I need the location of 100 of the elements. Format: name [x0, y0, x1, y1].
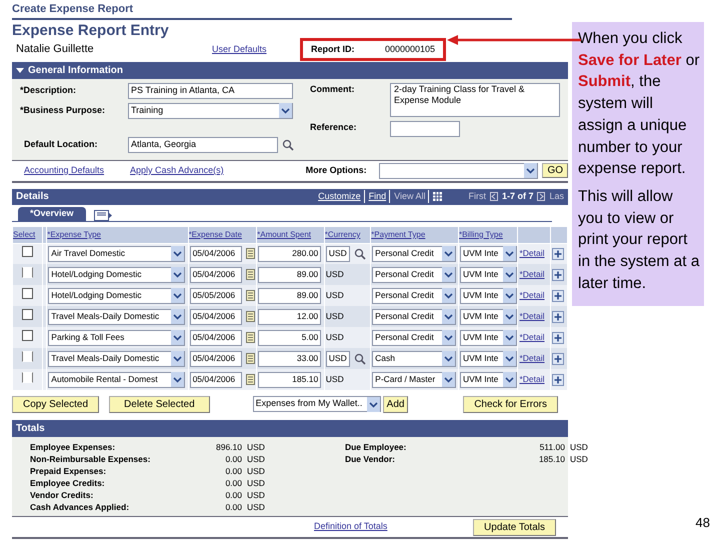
checkbox[interactable] — [22, 246, 33, 258]
payment-type-dropdown[interactable]: Personal Credit — [372, 246, 456, 262]
date-field[interactable]: 05/04/2006 — [190, 330, 242, 346]
copy-selected-button[interactable]: Copy Selected — [12, 396, 100, 412]
calendar-icon[interactable] — [246, 248, 255, 260]
add-row-icon[interactable] — [552, 248, 564, 260]
user-defaults-link[interactable]: User Defaults — [212, 42, 300, 56]
first-label: First — [468, 190, 486, 203]
add-row-icon[interactable] — [552, 332, 564, 344]
currency-text: USD — [326, 374, 344, 384]
slide-number: 48 — [694, 514, 711, 532]
breadcrumb-title: Create Expense Report — [12, 0, 512, 20]
collapse-triangle-icon[interactable] — [16, 66, 24, 74]
amount-field[interactable]: 12.00 — [258, 308, 322, 324]
search-icon[interactable] — [354, 248, 366, 260]
tab[interactable]: *Overview — [18, 207, 86, 220]
field-label: *Business Purpose: — [20, 104, 106, 117]
total-label: Non-Reimbursable Expenses: — [30, 453, 152, 465]
definition-link[interactable]: Definition of Totals — [314, 520, 388, 534]
payment-type-dropdown[interactable]: Personal Credit — [372, 308, 456, 324]
more-options-dropdown[interactable] — [379, 162, 538, 178]
show-all-columns-icon[interactable] — [94, 210, 112, 220]
currency-text: USD — [326, 332, 344, 342]
billing-type-dropdown[interactable]: UVM Inte — [460, 288, 517, 304]
section-title: Totals — [16, 423, 45, 434]
billing-type-dropdown[interactable]: UVM Inte — [460, 246, 517, 262]
go-button[interactable]: GO — [542, 163, 568, 178]
total-amount: 0.00 — [224, 465, 242, 477]
checkbox[interactable] — [22, 309, 33, 320]
total-currency: USD — [247, 465, 265, 477]
calendar-icon[interactable] — [246, 269, 255, 280]
total-label: Vendor Credits: — [30, 489, 94, 501]
expense-type-dropdown[interactable]: Hotel/Lodging Domestic — [48, 288, 186, 304]
amount-field[interactable]: 5.00 — [258, 330, 322, 346]
delete-selected-button[interactable]: Delete Selected — [109, 396, 210, 412]
field-label: Default Location: — [23, 138, 98, 151]
description-field[interactable]: PS Training in Atlanta, CA — [128, 82, 293, 98]
employee-name: Natalie Guillette — [16, 42, 95, 58]
checkbox[interactable] — [22, 288, 33, 300]
calendar-icon[interactable] — [246, 374, 255, 385]
total-currency: USD — [247, 441, 265, 453]
currency-field[interactable]: USD — [326, 246, 350, 262]
expense-type-dropdown[interactable]: Parking & Toll Fees — [48, 330, 186, 346]
field-label: *Description: — [20, 84, 78, 97]
billing-type-dropdown[interactable]: UVM Inte — [460, 308, 517, 324]
previous-arrow-icon[interactable] — [490, 192, 498, 201]
expense-type-dropdown[interactable]: Travel Meals-Daily Domestic — [48, 308, 186, 324]
payment-type-dropdown[interactable]: Personal Credit — [372, 330, 456, 346]
field-label: More Options: — [306, 164, 368, 177]
calendar-icon[interactable] — [246, 353, 255, 364]
expense-type-dropdown[interactable]: Air Travel Domestic — [48, 246, 186, 262]
location-field[interactable]: Atlanta, Georgia — [128, 136, 278, 152]
amount-field[interactable]: 89.00 — [258, 288, 322, 304]
add-row-icon[interactable] — [552, 268, 564, 281]
amount-field[interactable]: 280.00 — [258, 246, 322, 262]
grid-icon[interactable] — [433, 192, 442, 201]
add-button[interactable]: Add — [382, 396, 408, 412]
grid-nav-link[interactable]: Customize — [318, 190, 365, 204]
total-currency: USD — [570, 453, 588, 465]
add-row-icon[interactable] — [552, 374, 564, 386]
wallet-dropdown[interactable]: Expenses from My Wallet.. — [252, 396, 381, 412]
comment-textarea[interactable]: 2-day Training Class for Travel & Expense Module — [390, 82, 560, 116]
reference-field[interactable] — [390, 120, 460, 136]
checkbox[interactable] — [22, 330, 33, 342]
date-field[interactable]: 05/04/2006 — [190, 308, 242, 324]
grid-nav-link[interactable]: Find — [368, 190, 390, 204]
check-errors-button[interactable]: Check for Errors — [463, 396, 558, 412]
grid-nav-link[interactable]: View All — [394, 190, 430, 204]
date-field[interactable]: 05/05/2006 — [190, 288, 242, 304]
report-id-value: 0000000105 — [384, 42, 435, 56]
add-row-icon[interactable] — [552, 352, 564, 365]
field-label: Reference: — [310, 120, 358, 134]
date-field[interactable]: 05/04/2006 — [190, 246, 242, 262]
currency-text: USD — [326, 311, 344, 322]
total-label: Employee Expenses: — [30, 441, 116, 453]
page-title: Expense Report Entry — [12, 20, 169, 40]
option-link[interactable]: Accounting Defaults — [24, 164, 104, 178]
update-totals-button[interactable]: Update Totals — [473, 518, 556, 536]
option-link[interactable]: Apply Cash Advance(s) — [130, 164, 224, 178]
total-currency: USD — [247, 501, 265, 513]
total-label: Employee Credits: — [30, 477, 106, 489]
row-range: 1-7 of 7 — [502, 190, 534, 203]
total-amount: 0.00 — [224, 453, 242, 465]
calendar-icon[interactable] — [246, 311, 255, 322]
field-label: Comment: — [310, 82, 356, 96]
total-label: Due Vendor: — [344, 453, 396, 465]
calendar-icon[interactable] — [246, 290, 255, 301]
calendar-icon[interactable] — [246, 332, 255, 343]
next-arrow-icon[interactable] — [537, 192, 546, 201]
business-purpose-dropdown[interactable]: Training — [128, 102, 293, 118]
total-label: Prepaid Expenses: — [30, 465, 108, 477]
total-currency: USD — [570, 441, 588, 453]
payment-type-dropdown[interactable]: Personal Credit — [372, 288, 456, 304]
total-amount: 0.00 — [224, 501, 242, 513]
add-row-icon[interactable] — [552, 310, 564, 323]
section-title: General Information — [28, 64, 124, 78]
callout-text: When you click Save for Later or Submit, the system will assign a unique number to your expense report. — [578, 29, 700, 180]
add-row-icon[interactable] — [552, 290, 564, 302]
billing-type-dropdown[interactable]: UVM Inte — [460, 330, 517, 346]
search-icon[interactable] — [282, 138, 294, 150]
